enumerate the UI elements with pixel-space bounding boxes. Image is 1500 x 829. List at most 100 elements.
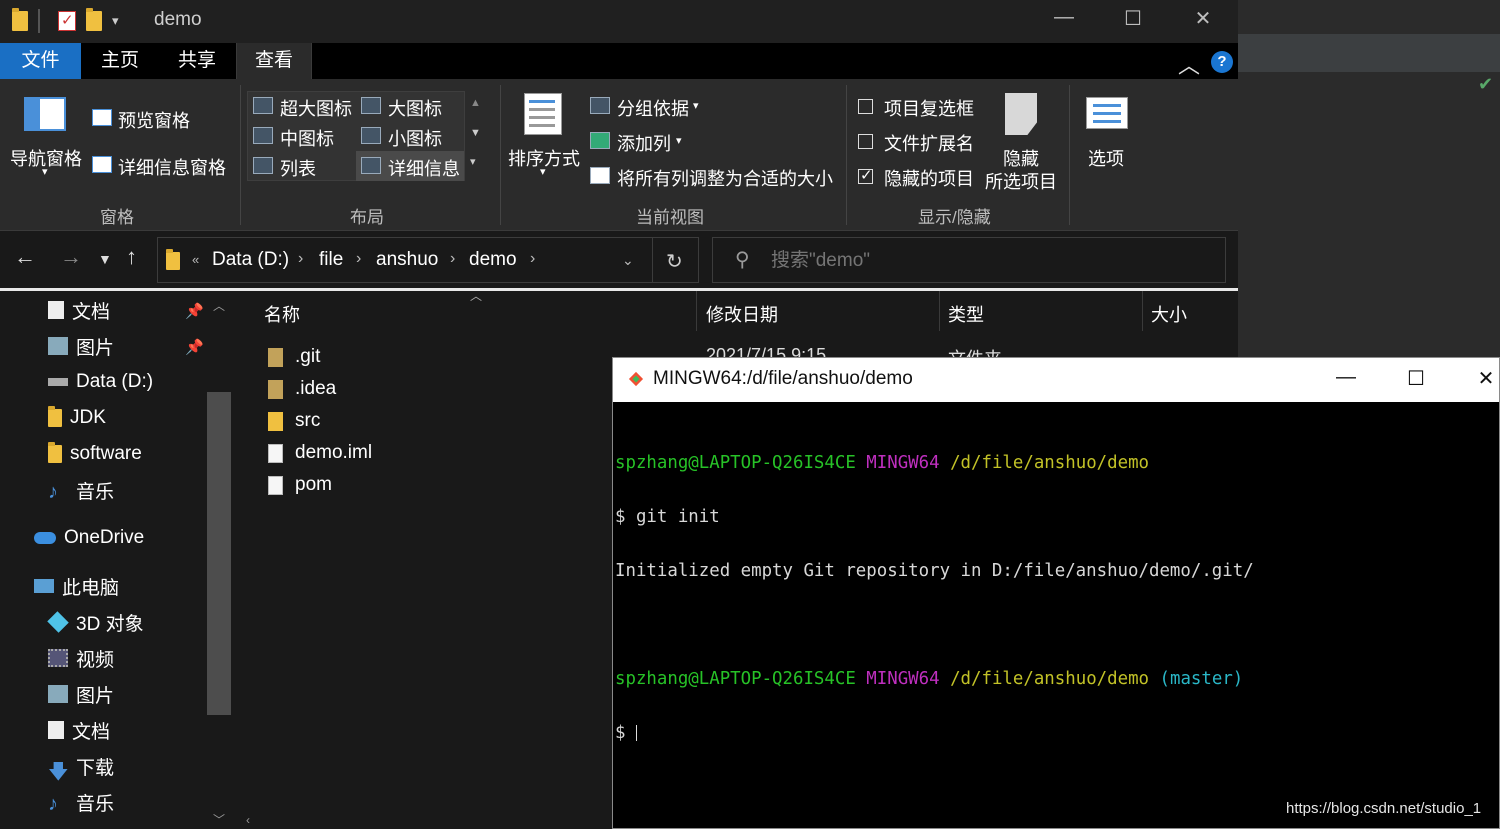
sidebar-item-pictures[interactable]: 图片: [48, 331, 114, 361]
search-input[interactable]: [771, 248, 1211, 274]
preview-pane-button[interactable]: 预览窗格: [118, 107, 190, 133]
address-bar[interactable]: « Data (D:) › file › anshuo › demo › ⌄ ↻: [157, 237, 699, 283]
layout-large[interactable]: 大图标: [388, 95, 442, 121]
terminal-output[interactable]: spzhang@LAPTOP-Q26IS4CE MINGW64 /d/file/…: [615, 418, 1254, 778]
pin-icon[interactable]: 📌: [185, 338, 204, 356]
new-folder-icon[interactable]: [86, 8, 102, 31]
breadcrumb-separator-icon[interactable]: ›: [530, 250, 535, 268]
breadcrumb-separator-icon[interactable]: ›: [450, 250, 455, 268]
scroll-down-icon[interactable]: ﹀: [213, 811, 225, 828]
details-pane-icon: [92, 156, 112, 173]
scroll-up-icon[interactable]: ︿: [213, 297, 225, 314]
item-checkboxes-checkbox[interactable]: [858, 99, 873, 114]
navigation-pane: 文档 📌 图片 📌 Data (D:) JDK software ♪ 音乐 One…: [0, 291, 234, 829]
recent-locations-icon[interactable]: ▼: [98, 251, 112, 267]
layout-extra-large[interactable]: 超大图标: [280, 95, 352, 121]
file-row[interactable]: src: [268, 407, 320, 435]
layout-medium[interactable]: 中图标: [280, 125, 334, 151]
large-icons-icon: [361, 97, 381, 114]
address-dropdown-icon[interactable]: ⌄: [622, 252, 634, 269]
hidden-items-checkbox[interactable]: [858, 166, 873, 184]
drive-icon: [48, 378, 68, 386]
sidebar-item-3d-objects[interactable]: 3D 对象: [47, 607, 144, 637]
chevron-down-icon: ▾: [540, 166, 546, 178]
forward-arrow-icon[interactable]: →: [60, 244, 82, 270]
group-label-layout: 布局: [350, 208, 384, 227]
sort-indicator-icon: ︿: [470, 289, 483, 303]
sidebar-item-software[interactable]: software: [48, 439, 142, 469]
sidebar-item-music-2[interactable]: ♪ 音乐: [48, 787, 114, 817]
collapse-ribbon-icon[interactable]: ︿: [1178, 48, 1200, 80]
sidebar-scrollbar[interactable]: ︿ ﹀: [207, 291, 231, 829]
layout-details[interactable]: 详细信息: [388, 155, 460, 181]
file-icon: [268, 475, 283, 495]
sidebar-item-pictures-2[interactable]: 图片: [48, 679, 114, 709]
scroll-left-icon[interactable]: ‹: [246, 813, 250, 827]
git-logo-icon: [628, 371, 644, 387]
medium-icons-icon: [253, 127, 273, 144]
sidebar-item-videos[interactable]: 视频: [48, 643, 114, 673]
details-pane-button[interactable]: 详细信息窗格: [118, 154, 226, 180]
breadcrumb-item[interactable]: demo: [469, 249, 517, 271]
search-box[interactable]: ⚲: [712, 237, 1226, 283]
tab-home[interactable]: 主页: [86, 43, 154, 79]
breadcrumb-item[interactable]: anshuo: [376, 249, 438, 271]
file-row[interactable]: .git: [268, 343, 320, 371]
options-button[interactable]: 选项: [1088, 145, 1124, 171]
layout-small[interactable]: 小图标: [388, 125, 442, 151]
sidebar-item-jdk[interactable]: JDK: [48, 403, 106, 433]
layout-list[interactable]: 列表: [280, 155, 316, 181]
minimize-button[interactable]: —: [1049, 6, 1079, 29]
close-button[interactable]: ✕: [1188, 6, 1218, 31]
computer-icon: [34, 579, 54, 593]
column-header-name[interactable]: 名称: [264, 301, 300, 327]
size-all-columns-button[interactable]: 将所有列调整为合适的大小: [617, 165, 833, 191]
sidebar-item-this-pc[interactable]: 此电脑: [34, 571, 119, 601]
folder-icon: [268, 411, 283, 431]
file-icon: [268, 443, 283, 463]
close-button[interactable]: ✕: [1471, 366, 1500, 391]
minimize-button[interactable]: —: [1331, 366, 1361, 389]
file-row[interactable]: pom: [268, 471, 332, 499]
maximize-button[interactable]: ☐: [1401, 366, 1431, 391]
breadcrumb-separator-icon[interactable]: ›: [356, 250, 361, 268]
file-row[interactable]: .idea: [268, 375, 336, 403]
scroll-up-icon[interactable]: ▲: [470, 97, 481, 109]
overflow-chevron-icon[interactable]: «: [192, 252, 199, 267]
input-line[interactable]: $: [615, 724, 1254, 742]
customize-qat-icon[interactable]: ▾: [112, 13, 119, 29]
sidebar-item-documents-2[interactable]: 文档: [48, 715, 110, 745]
up-arrow-icon[interactable]: ↑: [126, 244, 137, 270]
back-arrow-icon[interactable]: ←: [14, 244, 36, 270]
sidebar-item-downloads[interactable]: 🡇 下载: [48, 751, 114, 784]
breadcrumb-separator-icon[interactable]: ›: [298, 250, 303, 268]
column-header-size[interactable]: 大小: [1151, 301, 1187, 327]
help-icon[interactable]: ?: [1211, 51, 1233, 73]
expand-gallery-icon[interactable]: ▾: [470, 155, 476, 168]
scroll-down-icon[interactable]: ▼: [470, 127, 481, 139]
refresh-icon[interactable]: ↻: [666, 249, 683, 274]
column-header-type[interactable]: 类型: [948, 301, 984, 327]
maximize-button[interactable]: ☐: [1118, 6, 1148, 31]
scrollbar-thumb[interactable]: [207, 392, 231, 715]
file-extensions-checkbox[interactable]: [858, 134, 873, 149]
tab-share[interactable]: 共享: [162, 43, 232, 79]
chevron-down-icon: ▾: [42, 166, 48, 178]
pin-icon[interactable]: 📌: [185, 302, 204, 320]
list-icon: [253, 157, 273, 174]
column-header-modified[interactable]: 修改日期: [706, 301, 778, 327]
prompt-line: spzhang@LAPTOP-Q26IS4CE MINGW64 /d/file/…: [615, 453, 1150, 473]
add-columns-button[interactable]: 添加列: [617, 130, 671, 156]
sidebar-item-onedrive[interactable]: OneDrive: [34, 523, 144, 553]
sidebar-item-documents[interactable]: 文档: [48, 295, 110, 325]
sidebar-item-music[interactable]: ♪ 音乐: [48, 475, 114, 505]
file-row[interactable]: demo.iml: [268, 439, 372, 467]
hide-selected-label-2[interactable]: 所选项目: [985, 168, 1057, 194]
tab-file[interactable]: 文件: [0, 43, 81, 79]
group-by-button[interactable]: 分组依据: [617, 95, 689, 121]
sidebar-item-data-drive[interactable]: Data (D:): [48, 367, 153, 397]
properties-icon[interactable]: [58, 11, 76, 31]
breadcrumb-item[interactable]: file: [319, 249, 343, 271]
tab-view[interactable]: 查看: [236, 43, 312, 79]
breadcrumb-item[interactable]: Data (D:): [212, 249, 289, 271]
